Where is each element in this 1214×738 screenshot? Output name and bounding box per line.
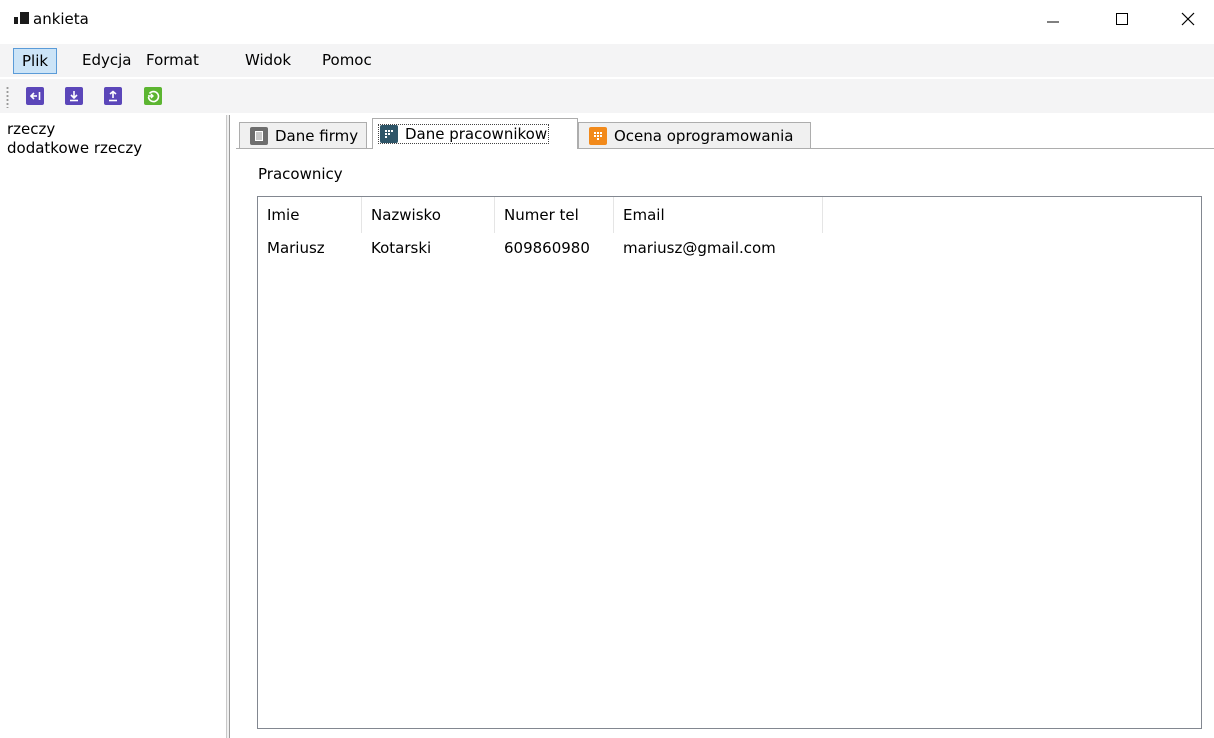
column-header-email[interactable]: Email [614, 197, 823, 233]
cell-imie: Mariusz [267, 239, 325, 257]
menu-pomoc[interactable]: Pomoc [314, 48, 380, 74]
toolbar-grip[interactable] [6, 86, 9, 108]
group-label: Pracownicy [258, 165, 343, 183]
tab-focus-rect: Dane pracownikow [378, 124, 550, 144]
tab-label: Dane pracownikow [405, 125, 548, 143]
column-header-numer-tel[interactable]: Numer tel [495, 197, 614, 233]
tab-dane-firmy[interactable]: Dane firmy [239, 122, 367, 148]
window-title: ankieta [33, 10, 89, 28]
menu-format[interactable]: Format [138, 48, 207, 74]
menu-plik[interactable]: Plik [13, 48, 58, 74]
employees-list[interactable]: Imie Nazwisko Numer tel Email Mariusz Ko… [257, 196, 1202, 729]
tree-panel[interactable]: rzeczy dodatkowe rzeczy [0, 115, 230, 738]
minimize-icon [1047, 21, 1059, 23]
column-header-imie[interactable]: Imie [258, 197, 362, 233]
table-row[interactable]: Mariusz Kotarski 609860980 mariusz@gmail… [258, 235, 1201, 265]
tab-page-dane-pracownikow: Pracownicy Imie Nazwisko Numer tel Email… [236, 149, 1214, 738]
upload-icon [109, 90, 117, 102]
tab-label: Dane firmy [275, 126, 359, 145]
refresh-button[interactable] [144, 87, 162, 105]
menu-widok[interactable]: Widok [237, 48, 299, 74]
grid-icon [589, 126, 607, 145]
maximize-button[interactable] [1099, 0, 1145, 38]
download-button[interactable] [65, 87, 83, 105]
tree-item-dodatkowe-rzeczy[interactable]: dodatkowe rzeczy [0, 139, 229, 158]
exit-button[interactable] [26, 87, 44, 105]
close-button[interactable] [1165, 0, 1211, 38]
close-icon [1181, 12, 1195, 26]
upload-button[interactable] [104, 87, 122, 105]
maximize-icon [1116, 13, 1128, 25]
download-icon [70, 91, 78, 102]
exit-arrow-icon [29, 92, 41, 100]
menu-bar: Plik Edycja Format Widok Pomoc [0, 44, 1214, 77]
grid-icon [380, 125, 398, 143]
tab-dane-pracownikow[interactable]: Dane pracownikow [372, 118, 578, 149]
toolbar [0, 79, 1214, 113]
list-header: Imie Nazwisko Numer tel Email [258, 197, 1201, 233]
tab-strip: Dane firmy Dane pracownikow Ocena oprogr… [236, 118, 1214, 150]
notebook-icon [250, 126, 268, 145]
menu-edycja[interactable]: Edycja [74, 48, 139, 74]
splitter[interactable] [226, 115, 229, 738]
tab-label: Ocena oprogramowania [614, 126, 794, 145]
cell-nazwisko: Kotarski [371, 239, 432, 257]
column-header-nazwisko[interactable]: Nazwisko [362, 197, 495, 233]
cell-email: mariusz@gmail.com [623, 239, 776, 257]
title-bar: ankieta [0, 0, 1214, 40]
tab-ocena-oprogramowania[interactable]: Ocena oprogramowania [578, 122, 811, 148]
cell-numer-tel: 609860980 [504, 239, 590, 257]
refresh-icon [147, 90, 160, 103]
tree-item-rzeczy[interactable]: rzeczy [0, 120, 229, 139]
minimize-button[interactable] [1030, 0, 1076, 38]
app-icon [14, 12, 30, 26]
